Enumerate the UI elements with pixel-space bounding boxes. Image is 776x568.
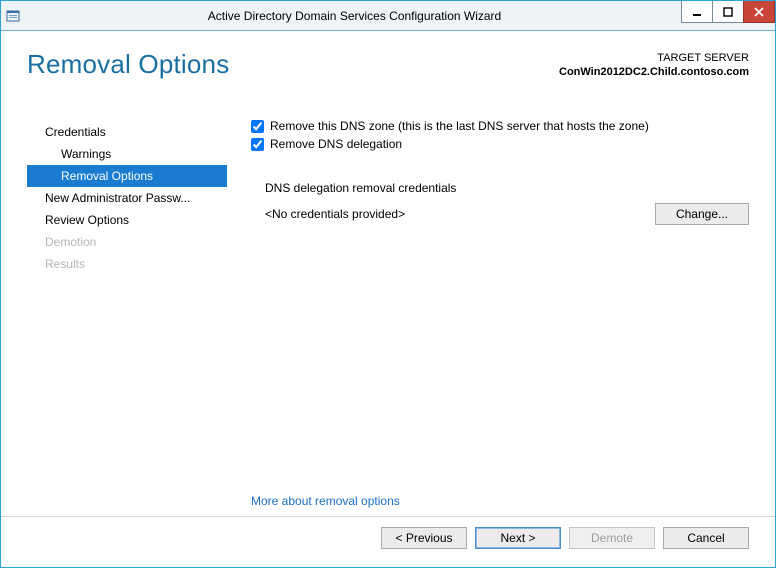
target-server-block: TARGET SERVER ConWin2012DC2.Child.contos…: [559, 47, 749, 79]
change-credentials-button[interactable]: Change...: [655, 203, 749, 225]
minimize-button[interactable]: [681, 1, 713, 23]
remove-dns-delegation-row[interactable]: Remove DNS delegation: [251, 137, 749, 151]
wizard-footer: < Previous Next > Demote Cancel: [27, 527, 749, 557]
title-bar: Active Directory Domain Services Configu…: [1, 1, 775, 31]
more-about-removal-link[interactable]: More about removal options: [251, 494, 749, 508]
remove-dns-zone-label: Remove this DNS zone (this is the last D…: [270, 119, 649, 133]
wizard-nav: Credentials Warnings Removal Options New…: [27, 107, 227, 516]
footer-separator: [1, 516, 775, 517]
nav-item-removal-options[interactable]: Removal Options: [27, 165, 227, 187]
remove-dns-delegation-label: Remove DNS delegation: [270, 137, 402, 151]
system-menu-icon[interactable]: [1, 1, 27, 30]
nav-item-demotion: Demotion: [27, 231, 227, 253]
remove-dns-delegation-checkbox[interactable]: [251, 138, 264, 151]
remove-dns-zone-checkbox[interactable]: [251, 120, 264, 133]
nav-item-new-admin-password[interactable]: New Administrator Passw...: [27, 187, 227, 209]
nav-item-results: Results: [27, 253, 227, 275]
close-button[interactable]: [743, 1, 775, 23]
options-panel: Remove this DNS zone (this is the last D…: [227, 107, 749, 516]
cancel-button[interactable]: Cancel: [663, 527, 749, 549]
window-title: Active Directory Domain Services Configu…: [27, 1, 682, 30]
nav-item-review-options[interactable]: Review Options: [27, 209, 227, 231]
demote-button: Demote: [569, 527, 655, 549]
previous-button[interactable]: < Previous: [381, 527, 467, 549]
credentials-value: <No credentials provided>: [265, 207, 645, 221]
remove-dns-zone-row[interactable]: Remove this DNS zone (this is the last D…: [251, 119, 749, 133]
target-server-label: TARGET SERVER: [559, 51, 749, 65]
window-controls: [682, 1, 775, 23]
maximize-button[interactable]: [712, 1, 744, 23]
nav-item-credentials[interactable]: Credentials: [27, 121, 227, 143]
page-title: Removal Options: [27, 49, 229, 80]
nav-item-warnings[interactable]: Warnings: [27, 143, 227, 165]
next-button[interactable]: Next >: [475, 527, 561, 549]
credentials-section-label: DNS delegation removal credentials: [265, 181, 749, 195]
target-server-value: ConWin2012DC2.Child.contoso.com: [559, 65, 749, 79]
